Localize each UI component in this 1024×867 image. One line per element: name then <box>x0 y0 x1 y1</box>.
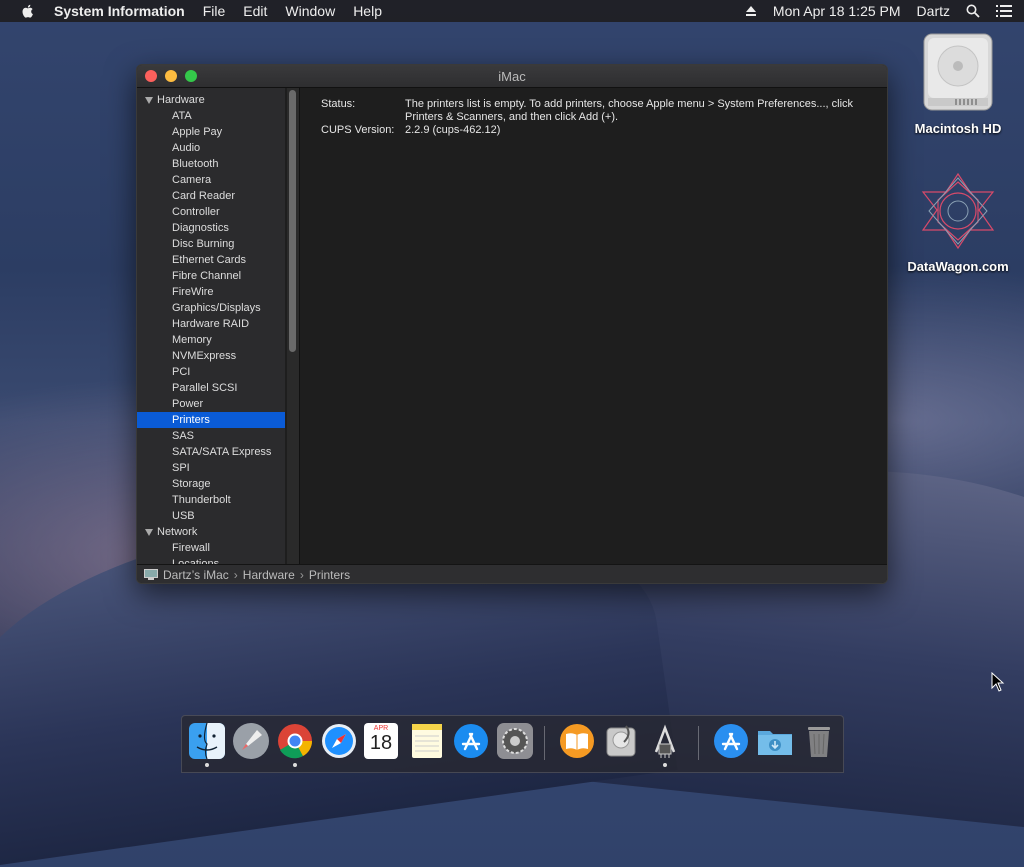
sidebar-item-ata[interactable]: ATA <box>137 108 285 124</box>
sidebar-group-label: Network <box>157 526 198 538</box>
trash-icon[interactable] <box>800 722 838 760</box>
datawagon-logo-icon <box>921 172 995 250</box>
sidebar-item-camera[interactable]: Camera <box>137 172 285 188</box>
running-indicator <box>205 763 209 767</box>
desktop-icon-label: Macintosh HD <box>914 121 1002 136</box>
notes-icon[interactable] <box>408 722 446 760</box>
calendar-month: APR <box>373 725 389 732</box>
running-indicator <box>293 763 297 767</box>
chrome-icon[interactable] <box>276 722 314 760</box>
sidebar: Hardware ATA Apple Pay Audio Bluetooth Camera… <box>137 88 285 564</box>
sidebar-item-apple-pay[interactable]: Apple Pay <box>137 124 285 140</box>
launchpad-icon[interactable] <box>232 722 270 760</box>
disclosure-triangle-icon[interactable] <box>145 528 153 536</box>
window-title: iMac <box>498 69 526 84</box>
status-value: The printers list is empty. To add print… <box>405 98 854 123</box>
sidebar-group-label: Hardware <box>157 94 205 106</box>
sidebar-item-storage[interactable]: Storage <box>137 476 285 492</box>
mouse-cursor-icon <box>991 672 1005 692</box>
cups-version-value: 2.2.9 (cups-462.12) <box>405 124 501 136</box>
app-store-downloads-icon[interactable] <box>712 722 750 760</box>
cups-version-label: CUPS Version: <box>321 124 395 136</box>
sidebar-item-disc-burning[interactable]: Disc Burning <box>137 236 285 252</box>
menu-edit[interactable]: Edit <box>243 3 267 19</box>
sidebar-item-nvmexpress[interactable]: NVMExpress <box>137 348 285 364</box>
desktop-icon-datawagon[interactable]: DataWagon.com <box>903 170 1013 274</box>
menu-clock[interactable]: Mon Apr 18 1:25 PM <box>773 3 901 19</box>
path-item-computer[interactable]: Dartz’s iMac <box>163 568 229 582</box>
path-bar: Dartz’s iMac › Hardware › Printers <box>137 564 887 583</box>
path-item-hardware[interactable]: Hardware <box>243 568 295 582</box>
sidebar-item-memory[interactable]: Memory <box>137 332 285 348</box>
sidebar-item-power[interactable]: Power <box>137 396 285 412</box>
sidebar-item-fibre-channel[interactable]: Fibre Channel <box>137 268 285 284</box>
menu-file[interactable]: File <box>203 3 226 19</box>
sidebar-item-ethernet-cards[interactable]: Ethernet Cards <box>137 252 285 268</box>
hard-drive-icon <box>923 33 993 111</box>
sidebar-item-graphics-displays[interactable]: Graphics/Displays <box>137 300 285 316</box>
downloads-folder-icon[interactable] <box>756 722 794 760</box>
menu-help[interactable]: Help <box>353 3 382 19</box>
desktop-icon-macintosh-hd[interactable]: Macintosh HD <box>903 32 1013 136</box>
running-indicator <box>663 763 667 767</box>
menu-app-name[interactable]: System Information <box>54 3 185 19</box>
sidebar-item-diagnostics[interactable]: Diagnostics <box>137 220 285 236</box>
menu-window[interactable]: Window <box>285 3 335 19</box>
sidebar-scrollbar[interactable] <box>287 88 299 564</box>
app-store-icon[interactable] <box>452 722 490 760</box>
sidebar-item-audio[interactable]: Audio <box>137 140 285 156</box>
disk-utility-icon[interactable] <box>602 722 640 760</box>
sidebar-item-usb[interactable]: USB <box>137 508 285 524</box>
notification-center-icon[interactable] <box>996 5 1012 17</box>
system-information-icon[interactable] <box>646 722 684 760</box>
dock-separator <box>544 726 545 760</box>
eject-icon[interactable] <box>745 5 757 17</box>
apple-menu-icon[interactable] <box>20 3 36 19</box>
computer-icon <box>144 569 158 580</box>
desktop-icon-label: DataWagon.com <box>907 259 1009 274</box>
dock: APR 18 <box>181 715 844 773</box>
ibooks-icon[interactable] <box>558 722 596 760</box>
finder-icon[interactable] <box>188 722 226 760</box>
scrollbar-thumb[interactable] <box>289 90 296 352</box>
status-label: Status: <box>321 98 356 110</box>
sidebar-item-locations[interactable]: Locations <box>137 556 285 564</box>
menu-user[interactable]: Dartz <box>917 3 950 19</box>
sidebar-item-controller[interactable]: Controller <box>137 204 285 220</box>
path-item-printers[interactable]: Printers <box>309 568 350 582</box>
chevron-right-icon: › <box>299 567 304 582</box>
safari-icon[interactable] <box>320 722 358 760</box>
dock-separator <box>698 726 699 760</box>
sidebar-item-thunderbolt[interactable]: Thunderbolt <box>137 492 285 508</box>
detail-pane: Status: The printers list is empty. To a… <box>300 88 887 564</box>
window-titlebar[interactable]: iMac <box>137 65 887 88</box>
sidebar-item-bluetooth[interactable]: Bluetooth <box>137 156 285 172</box>
menu-bar: System Information File Edit Window Help… <box>0 0 1024 22</box>
sidebar-item-spi[interactable]: SPI <box>137 460 285 476</box>
system-preferences-icon[interactable] <box>496 722 534 760</box>
sidebar-group-network[interactable]: Network <box>137 524 285 540</box>
disclosure-triangle-icon[interactable] <box>145 96 153 104</box>
chevron-right-icon: › <box>233 567 238 582</box>
calendar-icon[interactable]: APR 18 <box>364 723 398 759</box>
calendar-day: 18 <box>369 732 393 754</box>
sidebar-item-firewall[interactable]: Firewall <box>137 540 285 556</box>
sidebar-item-parallel-scsi[interactable]: Parallel SCSI <box>137 380 285 396</box>
sidebar-item-printers[interactable]: Printers <box>137 412 285 428</box>
sidebar-item-sas[interactable]: SAS <box>137 428 285 444</box>
sidebar-item-card-reader[interactable]: Card Reader <box>137 188 285 204</box>
sidebar-group-hardware[interactable]: Hardware <box>137 92 285 108</box>
sidebar-item-hardware-raid[interactable]: Hardware RAID <box>137 316 285 332</box>
sidebar-item-sata-sata-express[interactable]: SATA/SATA Express <box>137 444 285 460</box>
sidebar-item-firewire[interactable]: FireWire <box>137 284 285 300</box>
spotlight-search-icon[interactable] <box>966 4 980 18</box>
system-information-window: iMac Hardware ATA Apple Pay Audio Bluetooth C… <box>136 64 888 584</box>
sidebar-item-pci[interactable]: PCI <box>137 364 285 380</box>
